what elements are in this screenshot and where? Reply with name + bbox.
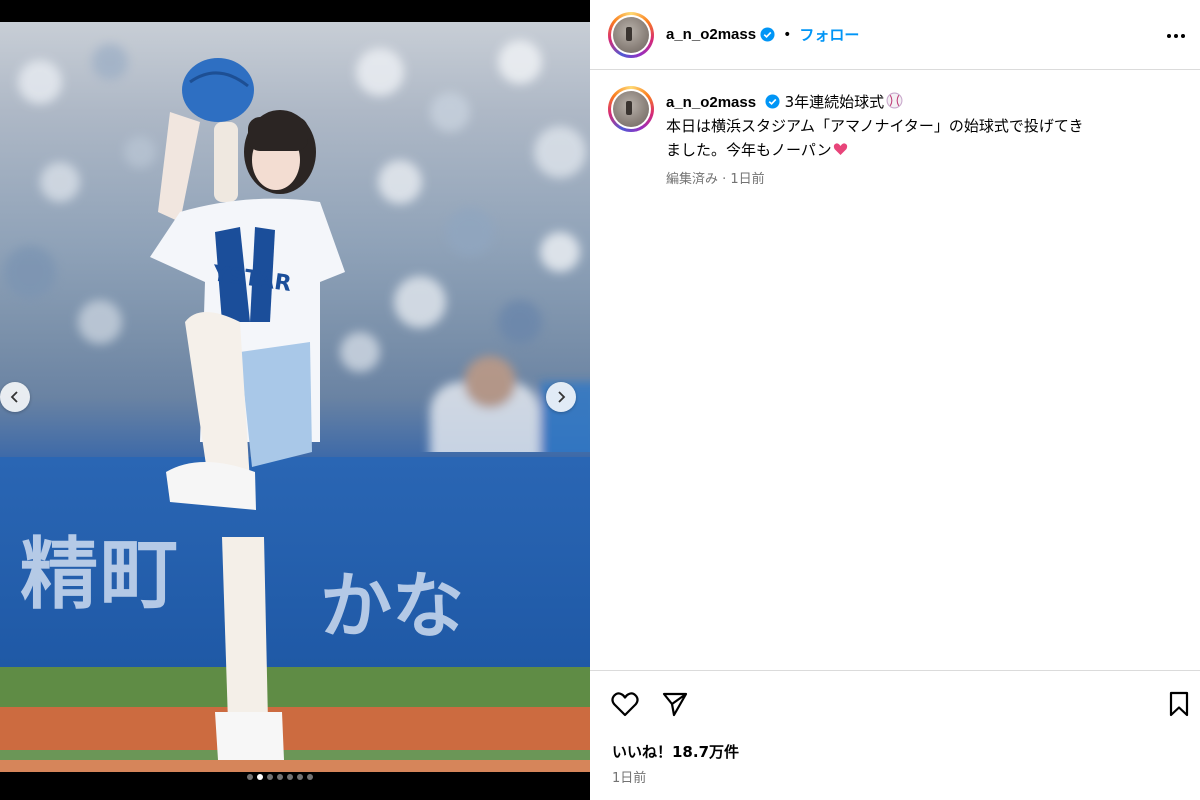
post-details-panel: a_n_o2mass • フォロー a_n_o2mass 3年連続始球式 本日は… bbox=[590, 0, 1200, 800]
carousel-dot bbox=[267, 774, 273, 780]
bookmark-icon bbox=[1169, 691, 1189, 717]
likes-count[interactable]: いいね！18.7万件 bbox=[612, 741, 739, 762]
carousel-dot bbox=[307, 774, 313, 780]
post-header: a_n_o2mass • フォロー bbox=[590, 0, 1200, 70]
carousel-dot-active bbox=[257, 774, 263, 780]
avatar[interactable] bbox=[608, 11, 654, 58]
post-actions: いいね！18.7万件 1日前 bbox=[590, 670, 1200, 800]
caption-avatar[interactable] bbox=[608, 86, 654, 132]
more-options-button[interactable] bbox=[1164, 24, 1188, 48]
post-photo: 精町 かな YSTAR bbox=[0, 22, 590, 772]
carousel-dot bbox=[297, 774, 303, 780]
verified-badge-icon bbox=[760, 27, 775, 42]
send-icon bbox=[662, 692, 688, 717]
caption-text-line: ました。今年もノーパン bbox=[666, 141, 832, 159]
avatar-image bbox=[613, 16, 649, 53]
pitcher-figure: YSTAR bbox=[150, 58, 345, 760]
carousel-dot bbox=[287, 774, 293, 780]
username-link[interactable]: a_n_o2mass bbox=[666, 26, 756, 43]
carousel-indicator bbox=[247, 772, 313, 782]
post-timestamp[interactable]: 1日前 bbox=[612, 767, 646, 786]
follow-button[interactable]: フォロー bbox=[799, 24, 859, 45]
caption-title: 3年連続始球式 bbox=[784, 93, 885, 111]
separator-dot: • bbox=[783, 26, 792, 43]
verified-badge-icon bbox=[765, 94, 780, 109]
post-caption: a_n_o2mass 3年連続始球式 本日は横浜スタジアム「アマノナイター」の始… bbox=[608, 86, 1188, 187]
post-media[interactable]: 精町 かな YSTAR bbox=[0, 0, 590, 800]
caption-meta: 編集済み · 1日前 bbox=[666, 172, 765, 187]
chevron-left-icon bbox=[10, 391, 18, 403]
previous-slide-button[interactable] bbox=[0, 382, 30, 412]
caption-username[interactable]: a_n_o2mass bbox=[666, 94, 756, 111]
save-button[interactable] bbox=[1164, 689, 1194, 719]
carousel-dot bbox=[277, 774, 283, 780]
caption-text-line: 本日は横浜スタジアム「アマノナイター」の始球式で投げてき bbox=[666, 117, 1084, 135]
heart-icon bbox=[611, 692, 639, 717]
chevron-right-icon bbox=[558, 391, 566, 403]
more-options-icon bbox=[1167, 34, 1185, 38]
baseball-emoji-icon bbox=[886, 92, 903, 109]
avatar-image bbox=[613, 91, 649, 127]
like-button[interactable] bbox=[610, 689, 640, 719]
share-button[interactable] bbox=[660, 689, 690, 719]
heart-arrow-emoji-icon bbox=[833, 143, 847, 155]
carousel-dot bbox=[247, 774, 253, 780]
next-slide-button[interactable] bbox=[546, 382, 576, 412]
